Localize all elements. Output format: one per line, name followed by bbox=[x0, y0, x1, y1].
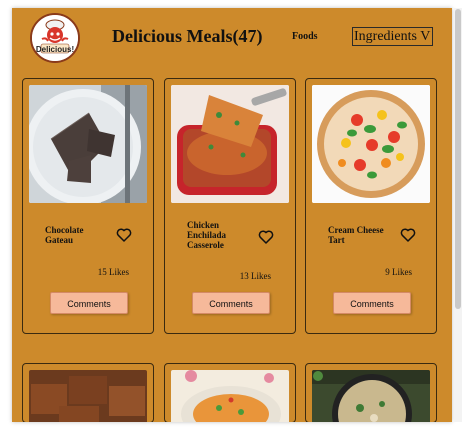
chocolate-gateau-image bbox=[29, 85, 147, 203]
meal-card: Cream Cheese Tart 9 Likes Comments bbox=[305, 78, 437, 334]
meal-card bbox=[22, 363, 154, 422]
likes-count: 9 Likes bbox=[385, 267, 412, 277]
likes-count: 13 Likes bbox=[239, 271, 271, 281]
like-heart-icon[interactable] bbox=[116, 227, 132, 243]
header: Delicious! Delicious Meals(47) Foods Ing… bbox=[12, 8, 452, 68]
meal-card bbox=[305, 363, 437, 422]
like-heart-icon[interactable] bbox=[258, 229, 274, 245]
comments-button[interactable]: Comments bbox=[333, 292, 411, 314]
logo-text: Delicious! bbox=[35, 45, 75, 54]
like-heart-icon[interactable] bbox=[400, 227, 416, 243]
cream-cheese-tart-image bbox=[312, 85, 430, 203]
meal-name: Chocolate Gateau bbox=[45, 225, 84, 245]
ingredients-dropdown[interactable]: Ingredients V bbox=[352, 27, 434, 46]
brownies-image bbox=[29, 370, 147, 422]
meal-card bbox=[164, 363, 296, 422]
comments-button[interactable]: Comments bbox=[50, 292, 128, 314]
chef-mascot-icon bbox=[32, 15, 78, 61]
likes-count: 15 Likes bbox=[97, 267, 129, 277]
meal-name: Chicken Enchilada Casserole bbox=[187, 220, 227, 250]
scrollbar-thumb[interactable] bbox=[455, 9, 461, 309]
meal-name: Cream Cheese Tart bbox=[328, 225, 384, 245]
app-viewport: Delicious! Delicious Meals(47) Foods Ing… bbox=[12, 8, 452, 422]
logo[interactable]: Delicious! bbox=[30, 13, 80, 63]
nav-foods-link[interactable]: Foods bbox=[292, 31, 318, 42]
enchilada-casserole-image bbox=[171, 85, 289, 203]
meal-card: Chocolate Gateau 15 Likes Comments bbox=[22, 78, 154, 334]
comments-button[interactable]: Comments bbox=[192, 292, 270, 314]
pasta-bowl-image bbox=[171, 370, 289, 422]
pan-dish-image bbox=[312, 370, 430, 422]
page-title: Delicious Meals(47) bbox=[112, 26, 263, 46]
meal-card: Chicken Enchilada Casserole 13 Likes Com… bbox=[164, 78, 296, 334]
